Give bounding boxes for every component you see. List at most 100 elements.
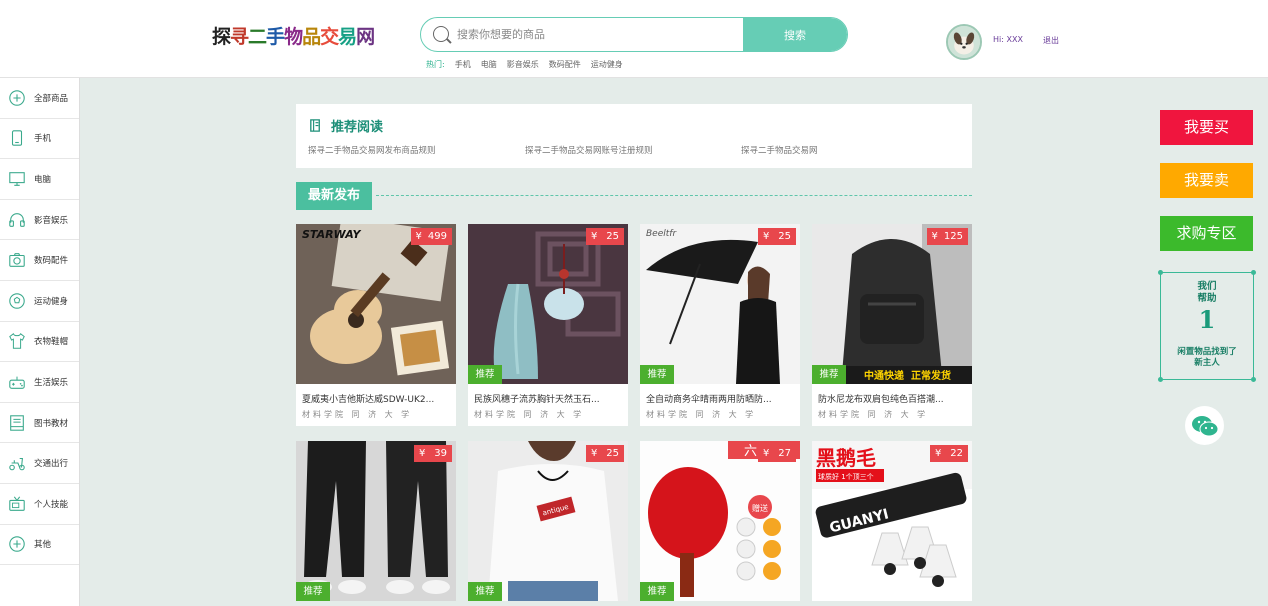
wechat-button[interactable]	[1185, 406, 1224, 445]
sidebar-item-label: 图书教材	[34, 418, 69, 429]
sidebar-item-clothes[interactable]: 衣物鞋帽	[0, 322, 79, 363]
sidebar-item-label: 衣物鞋帽	[34, 337, 69, 348]
section-divider	[376, 195, 972, 196]
price-badge: ¥22	[930, 445, 968, 462]
help-heading: 我们 帮助	[1197, 281, 1217, 304]
product-image[interactable]: ¥39 推荐	[296, 441, 456, 601]
sidebar-item-sports[interactable]: 运动健身	[0, 281, 79, 322]
plus-circle-icon	[9, 536, 25, 553]
sell-button[interactable]: 我要卖	[1160, 163, 1253, 198]
hot-label: 热门:	[426, 60, 445, 69]
sidebar-item-label: 影音娱乐	[34, 215, 69, 226]
scooter-icon	[9, 458, 25, 471]
sidebar-item-label: 其他	[34, 540, 52, 551]
product-title[interactable]: 民族风穗子流苏胸针天然玉石...	[468, 384, 628, 405]
sidebar-item-transport[interactable]: 交通出行	[0, 443, 79, 484]
search-button[interactable]: 搜索	[743, 18, 847, 51]
price-badge: ¥25	[586, 445, 624, 462]
price-badge: ¥27	[758, 445, 796, 462]
product-title[interactable]: 防水尼龙布双肩包纯色百搭潮...	[812, 384, 972, 405]
recommend-link[interactable]: 探寻二手物品交易网	[741, 144, 818, 156]
tv-icon	[9, 496, 25, 511]
sidebar-item-phone[interactable]: 手机	[0, 119, 79, 160]
product-card[interactable]: ¥39 推荐	[296, 441, 456, 601]
product-image[interactable]: ¥25 推荐	[468, 224, 628, 384]
user-greeting: Hi: XXX	[993, 35, 1023, 44]
hot-link[interactable]: 影音娱乐	[507, 59, 539, 70]
price-badge: ¥125	[926, 228, 968, 245]
product-card[interactable]: ¥125 中通快递 正常发货 推荐 防水尼龙布双肩包纯色百搭潮... 材料学院 …	[812, 224, 972, 426]
product-title[interactable]: 夏威夷小吉他斯达威SDW-UK2...	[296, 384, 456, 405]
sidebar-item-label: 生活娱乐	[34, 377, 69, 388]
recommend-tag: 推荐	[640, 365, 674, 384]
product-card[interactable]: antique ¥25 推荐	[468, 441, 628, 601]
buy-button[interactable]: 我要买	[1160, 110, 1253, 145]
ball-label: 赠送	[752, 503, 768, 513]
brand-subtitle: 球质好 1个顶三个	[818, 472, 874, 481]
search-icon	[433, 26, 449, 42]
plus-circle-icon	[9, 90, 25, 106]
recommend-tag: 推荐	[468, 365, 502, 384]
help-widget[interactable]: 我们 帮助 1 闲置物品找到了 新主人	[1158, 270, 1256, 382]
svg-text:STARWAY: STARWAY	[302, 228, 362, 241]
logout-link[interactable]: 退出	[1043, 35, 1059, 46]
product-title[interactable]: 全自动商务伞晴雨两用防晒防...	[640, 384, 800, 405]
phone-icon	[11, 130, 23, 147]
product-card[interactable]: 黑鹅毛 球质好 1个顶三个 GUANYI ¥22	[812, 441, 972, 601]
product-image[interactable]: 黑鹅毛 球质好 1个顶三个 GUANYI ¥22	[812, 441, 972, 601]
product-image[interactable]: STARWAY ¥499	[296, 224, 456, 384]
product-image[interactable]: ¥125 中通快递 正常发货 推荐	[812, 224, 972, 384]
hot-link[interactable]: 电脑	[481, 59, 497, 70]
product-card[interactable]: 六 赠送 ¥27 推荐	[640, 441, 800, 601]
headphones-icon	[9, 212, 25, 227]
sidebar-item-digital[interactable]: 数码配件	[0, 240, 79, 281]
book-icon	[10, 414, 24, 431]
corner-dot	[1251, 270, 1256, 275]
recommended-title-text: 推荐阅读	[331, 120, 384, 135]
recommended-reading: 推荐阅读 探寻二手物品交易网发布商品规则 探寻二手物品交易网账号注册规则 探寻二…	[296, 104, 972, 168]
ball-icon	[9, 293, 25, 309]
help-caption: 闲置物品找到了 新主人	[1177, 347, 1237, 368]
sidebar-item-computer[interactable]: 电脑	[0, 159, 79, 200]
hot-keywords: 热门: 手机 电脑 影音娱乐 数码配件 运动健身	[426, 59, 623, 70]
avatar[interactable]	[946, 24, 982, 60]
recommend-tag: 推荐	[296, 582, 330, 601]
recommend-link[interactable]: 探寻二手物品交易网账号注册规则	[525, 144, 653, 156]
corner-dot	[1158, 377, 1163, 382]
sidebar-item-label: 数码配件	[34, 256, 69, 267]
shirt-icon	[9, 333, 25, 350]
product-school: 材料学院 同 济 大 学	[646, 410, 757, 419]
sidebar-item-other[interactable]: 其他	[0, 525, 79, 566]
sidebar-item-label: 个人技能	[34, 499, 69, 510]
hot-link[interactable]: 手机	[455, 59, 471, 70]
product-image[interactable]: antique ¥25 推荐	[468, 441, 628, 601]
brand-name: 黑鹅毛	[816, 446, 876, 470]
price-badge: ¥499	[410, 228, 452, 245]
product-school: 材料学院 同 济 大 学	[302, 410, 413, 419]
site-logo[interactable]: 探寻二手物品交易网	[212, 22, 375, 49]
hot-link[interactable]: 运动健身	[591, 59, 623, 70]
recommend-tag: 推荐	[812, 365, 846, 384]
wanted-button[interactable]: 求购专区	[1160, 216, 1253, 251]
latest-heading: 最新发布	[296, 182, 373, 210]
sidebar-item-media[interactable]: 影音娱乐	[0, 200, 79, 241]
product-card[interactable]: STARWAY ¥499 夏威夷小吉他斯达威SDW-UK2... 材料学院 同 …	[296, 224, 456, 426]
corner-dot	[1251, 377, 1256, 382]
recommend-link[interactable]: 探寻二手物品交易网发布商品规则	[308, 144, 436, 156]
sidebar-item-life[interactable]: 生活娱乐	[0, 362, 79, 403]
category-sidebar: 全部商品 手机 电脑 影音娱乐 数码配件 运动健身 衣物鞋帽 生活娱乐 图书教材…	[0, 78, 80, 606]
product-image[interactable]: 六 赠送 ¥27 推荐	[640, 441, 800, 601]
hot-link[interactable]: 数码配件	[549, 59, 581, 70]
sidebar-item-label: 交通出行	[34, 459, 69, 470]
search-input[interactable]	[457, 18, 743, 51]
product-image[interactable]: Beeltfr ¥25 推荐	[640, 224, 800, 384]
product-card[interactable]: Beeltfr ¥25 推荐 全自动商务伞晴雨两用防晒防... 材料学院 同 济…	[640, 224, 800, 426]
sidebar-item-books[interactable]: 图书教材	[0, 403, 79, 444]
sidebar-item-all[interactable]: 全部商品	[0, 78, 79, 119]
corner-label: 六	[744, 444, 757, 459]
sidebar-item-label: 手机	[34, 134, 52, 145]
corner-dot	[1158, 270, 1163, 275]
sidebar-item-skills[interactable]: 个人技能	[0, 484, 79, 525]
recommended-title: 推荐阅读	[308, 116, 383, 135]
product-card[interactable]: ¥25 推荐 民族风穗子流苏胸针天然玉石... 材料学院 同 济 大 学	[468, 224, 628, 426]
